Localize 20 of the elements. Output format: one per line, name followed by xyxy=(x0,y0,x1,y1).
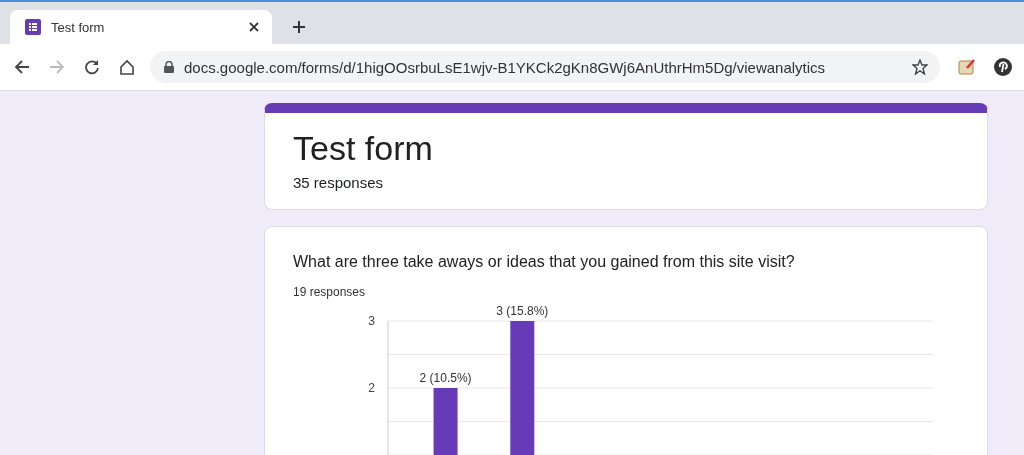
reload-icon[interactable] xyxy=(84,59,100,75)
data-label: 2 (10.5%) xyxy=(419,371,472,385)
star-icon[interactable] xyxy=(912,59,928,75)
data-label: 3 (15.8%) xyxy=(496,304,549,318)
lock-icon xyxy=(164,61,174,73)
home-icon[interactable] xyxy=(119,59,135,75)
pin-logo-icon[interactable] xyxy=(994,58,1012,76)
question-text: What are three take aways or ideas that you gained from this site visit? xyxy=(293,253,796,271)
browser-tab[interactable]: Test form xyxy=(10,10,272,44)
close-icon[interactable] xyxy=(248,21,260,33)
new-tab-icon[interactable] xyxy=(292,20,306,34)
response-count: 19 responses xyxy=(293,285,367,299)
bar xyxy=(433,388,458,455)
response-count: 35 responses xyxy=(293,174,385,191)
forms-icon xyxy=(25,19,41,35)
axis-tick-label: 2 xyxy=(368,381,375,395)
axis-tick-label: 3 xyxy=(368,314,375,328)
form-title: Test form xyxy=(293,129,434,168)
address-bar[interactable]: docs.google.com/forms/d/1higOOsrbuLsE1wjv-B1YKCk2gKn8GWj6AnUthrHm5Dg/viewanalytics xyxy=(150,51,940,83)
back-icon[interactable] xyxy=(14,59,30,75)
